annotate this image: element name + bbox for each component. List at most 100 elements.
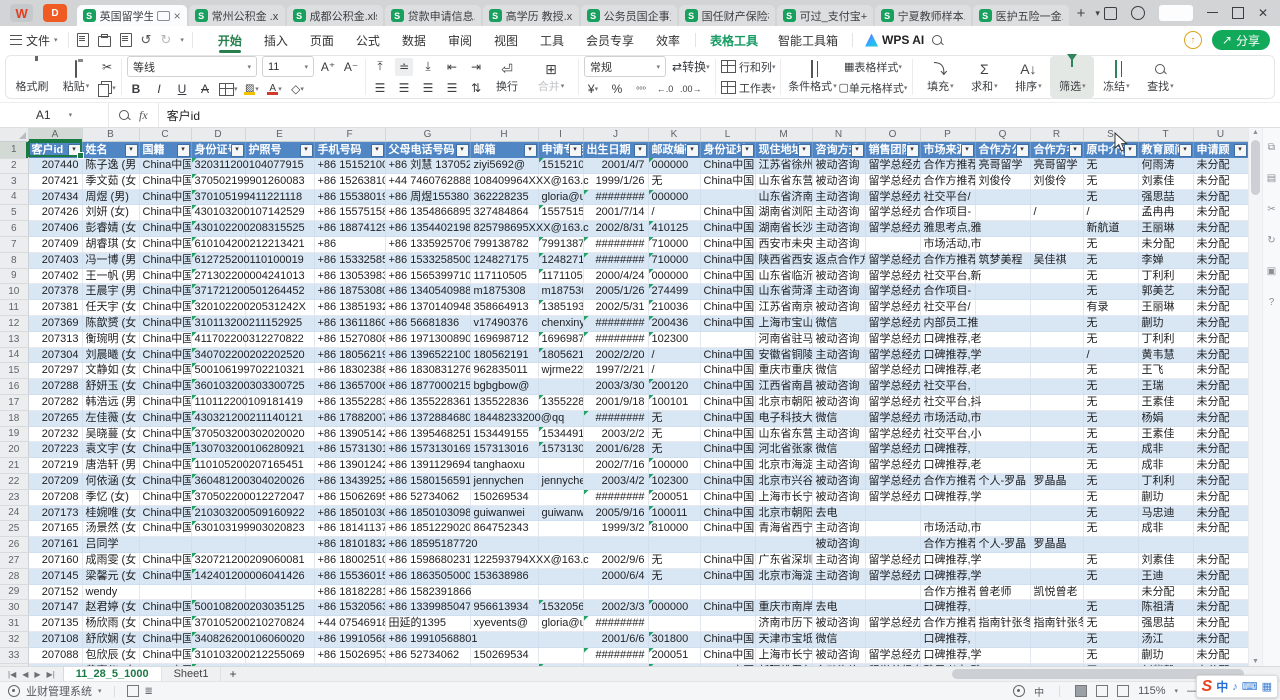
cell[interactable] [975,284,1030,300]
cell[interactable]: 371721200501264452 [191,284,245,300]
cell[interactable]: 强思喆 [1138,189,1193,205]
document-tab[interactable]: S医护五险一金.xlsx [973,5,1069,26]
cell[interactable]: 未分配 [1193,442,1248,458]
row-header[interactable]: 11 [0,300,28,316]
name-box[interactable]: A1▾ [0,103,109,127]
cell[interactable]: 未分配 [1193,394,1248,410]
cell[interactable]: +86 15026953 [314,647,385,663]
cell[interactable]: 北京市朝阳 [755,505,812,521]
cell[interactable]: 无 [1083,315,1138,331]
cell[interactable]: China中国 [139,300,191,316]
cell[interactable]: 500106199702210321 [191,363,245,379]
cell[interactable]: 主动咨询 [812,347,865,363]
cell[interactable] [538,458,583,474]
cell[interactable]: +86 52734062 [385,489,470,505]
cell[interactable]: 2001/9/18 [583,394,648,410]
filter-dropdown-icon[interactable]: ▾ [1234,144,1247,157]
row-header[interactable]: 9 [0,268,28,284]
cell[interactable]: China中国 [139,236,191,252]
cell[interactable]: tanghaoxu [470,458,538,474]
cell[interactable]: 内部员工推 [920,315,975,331]
cell[interactable]: 169698712 [538,331,583,347]
row-header[interactable]: 29 [0,584,28,600]
currency-format-button[interactable]: ¥▾ [584,80,602,98]
table-header-cell[interactable]: 原中介机▾ [1083,142,1138,159]
cell[interactable]: 130703200106280921 [191,442,245,458]
cell[interactable]: 王飞 [1138,363,1193,379]
cell[interactable]: 留学总经办 [865,473,920,489]
cell[interactable]: 未分配 [1193,489,1248,505]
cell[interactable]: ######## [583,489,648,505]
cell[interactable] [920,505,975,521]
filter-dropdown-icon[interactable]: ▾ [741,144,754,157]
cell[interactable]: 无 [1083,173,1138,189]
cell[interactable]: 刘俊伶 [1030,173,1083,189]
scroll-down-icon[interactable]: ▼ [1249,658,1262,665]
justify-icon[interactable]: ☰ [443,79,461,97]
cell[interactable]: 蒯玏 [1138,489,1193,505]
cell[interactable]: / [1083,205,1138,221]
cell[interactable] [1030,521,1083,537]
cell[interactable]: 口碑推荐, [920,631,975,647]
cell[interactable]: 207223 [28,442,82,458]
eye-protection-icon[interactable] [1013,685,1025,697]
docer-logo[interactable]: D [43,4,66,22]
new-tab-button[interactable]: + [1071,5,1092,22]
cell[interactable]: 未分配 [1193,347,1248,363]
search-icon[interactable] [932,35,942,45]
document-tab[interactable]: S成都公积金.xlsx [287,5,383,26]
merge-cells-button[interactable]: ⊞合并▾ [529,56,573,98]
cell[interactable]: ######## [583,252,648,268]
cell[interactable]: +86 刘慧 137052 [385,158,470,173]
cell[interactable]: +86 18302388 [314,363,385,379]
table-header-cell[interactable]: 国籍▾ [139,142,191,159]
cell[interactable] [648,584,700,600]
cell[interactable]: +86 1354402198 [385,221,470,237]
cell[interactable]: 无 [1083,252,1138,268]
cell[interactable]: 陕西省西安 [755,252,812,268]
cell[interactable]: 358664913 [470,300,538,316]
cell[interactable]: +86 1533258500 [385,252,470,268]
cell[interactable]: 2002/9/6 [583,552,648,568]
cell[interactable]: China中国 [139,473,191,489]
cell[interactable]: China中国 [139,552,191,568]
cell[interactable]: 207145 [28,568,82,584]
row-header[interactable]: 16 [0,379,28,395]
cell[interactable]: 未分配 [1138,584,1193,600]
cell[interactable]: China中国 [700,458,755,474]
cell[interactable]: 430102200208315525 [191,221,245,237]
cell[interactable]: 207208 [28,489,82,505]
cell[interactable]: 207440 [28,158,82,173]
cell[interactable] [865,584,920,600]
cell[interactable]: +86 15152100 [314,158,385,173]
table-header-cell[interactable]: 出生日期▾ [583,142,648,159]
cell[interactable]: 无 [1083,442,1138,458]
align-top-icon[interactable]: ⤒ [371,58,389,76]
cell[interactable]: China中国 [139,442,191,458]
cell[interactable]: 153638986 [470,568,538,584]
cell[interactable]: 文静如 (女 [82,363,139,379]
cell[interactable]: 微信 [812,442,865,458]
cell[interactable]: 210303200509160922 [191,505,245,521]
translate-icon[interactable]: 中 [1034,684,1044,699]
cell[interactable]: 个人-罗晶 [975,473,1030,489]
cell[interactable]: 主动咨询 [812,284,865,300]
cell[interactable] [1083,584,1138,600]
cell[interactable]: 杨欣雨 (女 [82,616,139,632]
cell[interactable] [975,600,1030,616]
fx-icon[interactable]: fx [139,108,148,123]
cell[interactable]: China中国 [700,347,755,363]
cell[interactable]: 袁文宇 (女 [82,442,139,458]
cell[interactable]: 成非 [1138,458,1193,474]
document-tab[interactable]: S高学历 教授.xlsx [483,5,579,26]
column-header-M[interactable]: M [755,128,812,142]
cell[interactable]: China中国 [139,379,191,395]
cell[interactable]: China中国 [139,426,191,442]
cell[interactable]: 153449155 [470,426,538,442]
cell[interactable]: 河北省张家 [755,442,812,458]
cell[interactable]: 胡睿琪 (女 [82,236,139,252]
cell[interactable] [975,521,1030,537]
cell[interactable]: 未分配 [1193,647,1248,663]
cell[interactable]: 1999/3/2 [583,521,648,537]
cell[interactable]: 江苏省徐州 [755,158,812,173]
